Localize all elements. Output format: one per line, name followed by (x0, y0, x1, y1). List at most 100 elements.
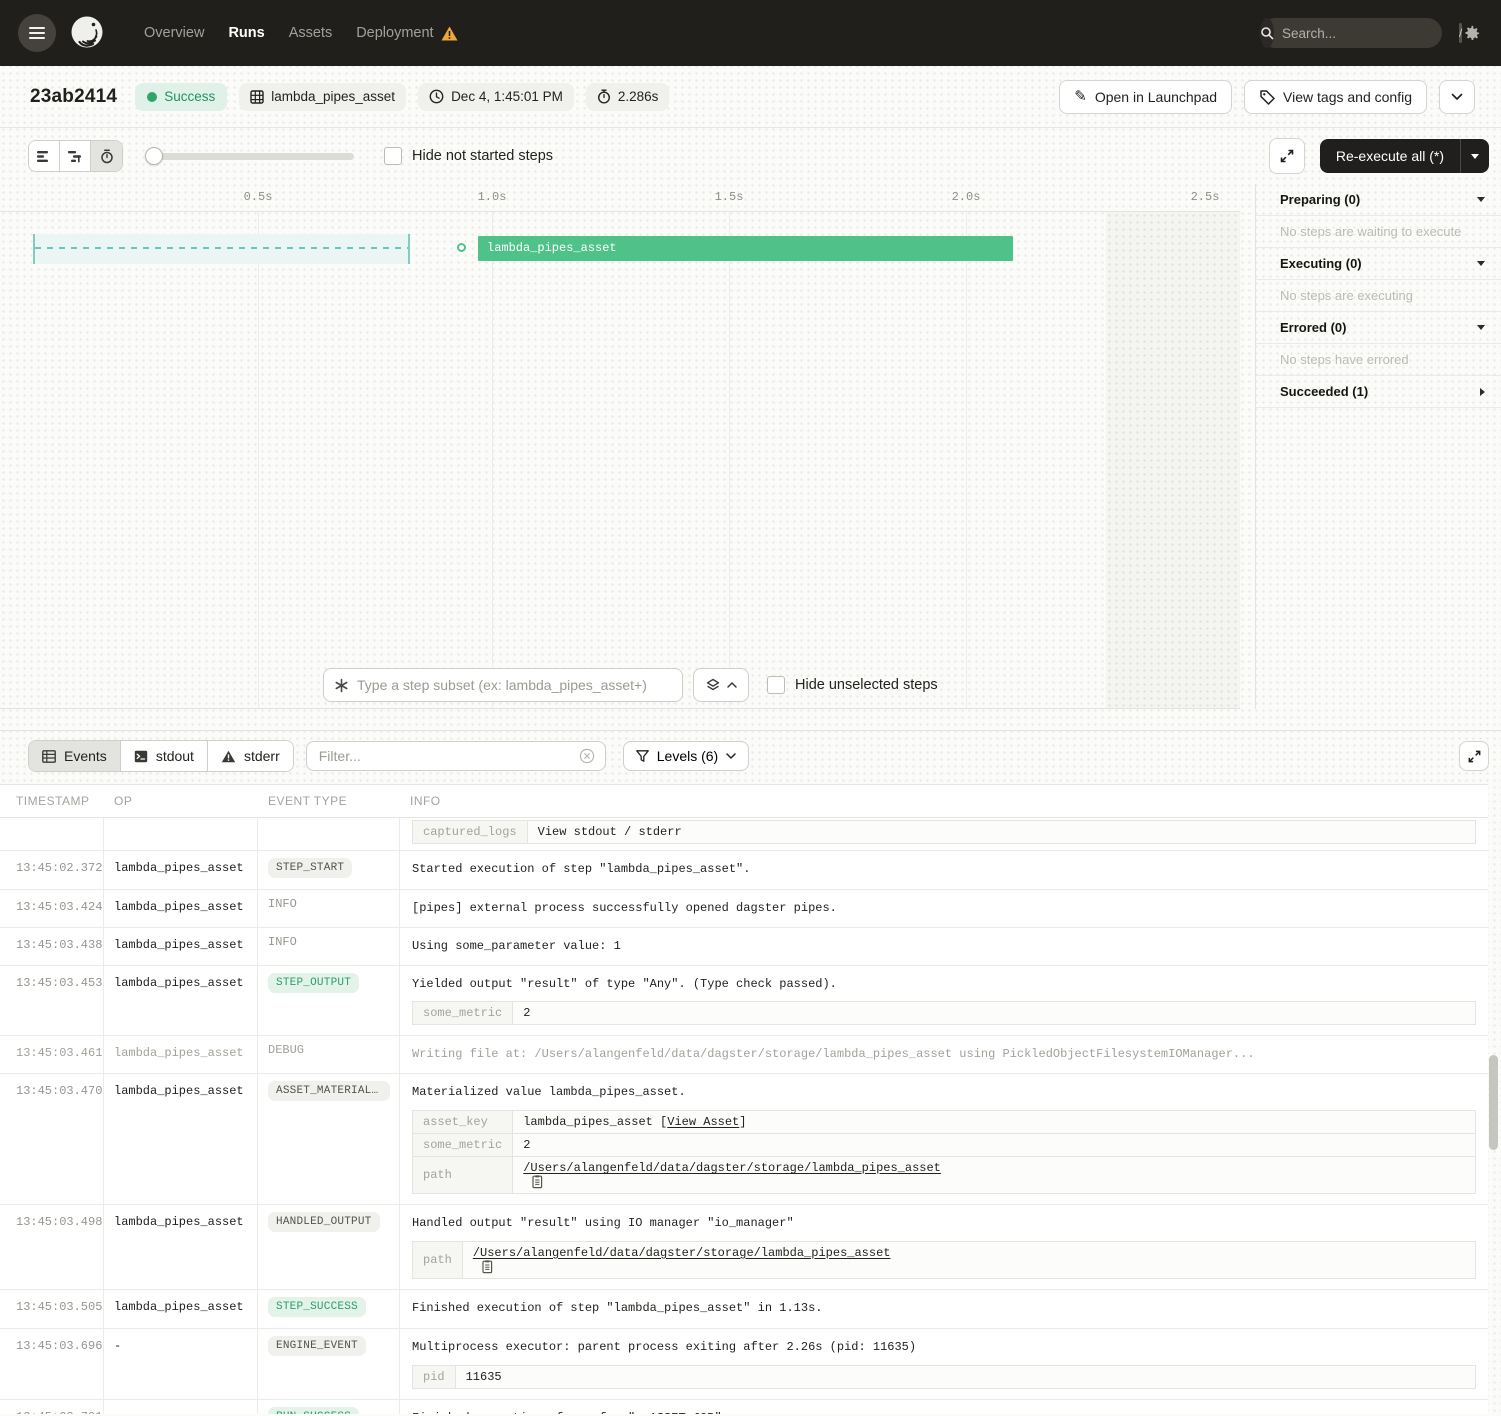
event-type-badge: DEBUG (268, 1043, 304, 1057)
nav-assets[interactable]: Assets (289, 25, 333, 41)
log-row[interactable]: 13:45:03.498lambda_pipes_assetHANDLED_OU… (0, 1205, 1488, 1290)
nav-overview[interactable]: Overview (144, 25, 204, 41)
zoom-slider[interactable] (145, 147, 354, 165)
axis-tick: 2.0s (952, 190, 981, 204)
hide-unselected-checkbox[interactable] (767, 676, 785, 694)
log-event-type: RUN_SUCCESS (258, 1400, 400, 1414)
hide-unselected-checkbox-row[interactable]: Hide unselected steps (767, 676, 938, 694)
tab-stdout[interactable]: stdout (121, 741, 208, 771)
global-search[interactable]: / (1260, 18, 1442, 48)
metadata-value: /Users/alangenfeld/data/dagster/storage/… (462, 1241, 1475, 1278)
events-scrollbar-thumb[interactable] (1489, 1055, 1498, 1150)
gantt-chart: 0.5s 1.0s 1.5s 2.0s 2.5s lambda_pipes_as… (0, 184, 1255, 709)
view-waterfall-icon-button[interactable] (60, 141, 91, 171)
metadata-table: path/Users/alangenfeld/data/dagster/stor… (412, 1241, 1476, 1279)
job-chip[interactable]: lambda_pipes_asset (239, 83, 406, 111)
log-row[interactable]: captured_logsView stdout / stderr (0, 818, 1488, 851)
copy-path-icon[interactable] (531, 1175, 543, 1189)
section-errored[interactable]: Errored (0) (1256, 312, 1501, 344)
copy-path-icon[interactable] (481, 1260, 493, 1274)
search-input[interactable] (1274, 26, 1459, 41)
caret-down-icon (1477, 261, 1485, 266)
log-info: Using some_parameter value: 1 (400, 928, 1488, 965)
tab-events[interactable]: Events (29, 741, 121, 771)
log-filter-input[interactable] (319, 748, 579, 764)
slider-thumb[interactable] (145, 147, 163, 165)
nav-deployment[interactable]: Deployment (356, 25, 433, 41)
log-event-type: HANDLED_OUTPUT (258, 1205, 400, 1289)
log-row[interactable]: 13:45:03.461lambda_pipes_assetDEBUGWriti… (0, 1036, 1488, 1074)
log-event-type: ASSET_MATERIALIZAT… (258, 1074, 400, 1204)
log-info-text: Multiprocess executor: parent process ex… (412, 1339, 1476, 1356)
nav-runs[interactable]: Runs (228, 25, 264, 41)
log-op: lambda_pipes_asset (104, 851, 258, 889)
events-toolbar: Events stdout stderr Levels (6) (0, 739, 1501, 773)
deployment-warning-icon (441, 26, 458, 41)
dagster-logo-icon[interactable] (66, 12, 108, 54)
log-row[interactable]: 13:45:03.438lambda_pipes_assetINFOUsing … (0, 928, 1488, 966)
log-row[interactable]: 13:45:03.470lambda_pipes_assetASSET_MATE… (0, 1074, 1488, 1205)
open-in-launchpad-button[interactable]: ✎ Open in Launchpad (1059, 80, 1232, 114)
log-row[interactable]: 13:45:03.424lambda_pipes_assetINFO[pipes… (0, 890, 1488, 928)
axis-tick: 1.5s (715, 190, 744, 204)
expand-icon (1279, 148, 1295, 164)
levels-filter-button[interactable]: Levels (6) (623, 741, 749, 771)
metadata-row: some_metric2 (413, 1133, 1476, 1156)
datetime-chip: Dec 4, 1:45:01 PM (418, 83, 574, 111)
metadata-path-link[interactable]: /Users/alangenfeld/data/dagster/storage/… (473, 1246, 891, 1260)
view-asset-link[interactable]: View Asset (667, 1115, 739, 1129)
re-execute-dropdown[interactable] (1460, 139, 1489, 173)
re-execute-all-button[interactable]: Re-execute all (*) (1320, 139, 1489, 173)
log-row[interactable]: 13:45:03.505lambda_pipes_assetSTEP_SUCCE… (0, 1290, 1488, 1329)
log-row[interactable]: 13:45:03.453lambda_pipes_assetSTEP_OUTPU… (0, 966, 1488, 1037)
metadata-value: 2 (513, 1002, 1476, 1025)
log-op: - (104, 1329, 258, 1399)
view-tags-config-button[interactable]: View tags and config (1244, 80, 1427, 114)
gantt-fullscreen-button[interactable] (1269, 138, 1305, 174)
metadata-value: /Users/alangenfeld/data/dagster/storage/… (513, 1156, 1476, 1193)
log-op: lambda_pipes_asset (104, 1036, 258, 1073)
event-type-badge: HANDLED_OUTPUT (268, 1212, 380, 1232)
event-type-badge: STEP_START (268, 858, 352, 878)
gantt-step-bar[interactable]: lambda_pipes_asset (478, 236, 1013, 261)
events-panel: Events stdout stderr Levels (6) TIMES (0, 730, 1501, 1414)
log-row[interactable]: 13:45:02.372lambda_pipes_assetSTEP_START… (0, 851, 1488, 890)
slider-track[interactable] (145, 153, 354, 160)
log-info-text: Started execution of step "lambda_pipes_… (412, 861, 1476, 878)
clear-filter-icon[interactable] (579, 748, 595, 764)
view-flat-icon-button[interactable] (29, 141, 60, 171)
tab-stderr[interactable]: stderr (208, 741, 293, 771)
metadata-row: path/Users/alangenfeld/data/dagster/stor… (413, 1156, 1476, 1193)
hamburger-menu-button[interactable] (18, 14, 56, 52)
stopwatch-icon (597, 89, 611, 104)
hide-not-started-checkbox[interactable] (384, 147, 402, 165)
view-timed-icon-button[interactable] (91, 141, 122, 171)
metadata-key: asset_key (413, 1110, 513, 1133)
collapse-layers-button[interactable] (693, 668, 749, 702)
run-actions-dropdown-button[interactable] (1439, 80, 1475, 114)
status-dot-icon (147, 92, 157, 102)
log-op: lambda_pipes_asset (104, 928, 258, 965)
metadata-row: some_metric2 (413, 1002, 1476, 1025)
log-row[interactable]: 13:45:03.696-ENGINE_EVENTMultiprocess ex… (0, 1329, 1488, 1400)
warning-icon (221, 750, 236, 763)
log-row[interactable]: 13:45:03.701-RUN_SUCCESSFinished executi… (0, 1400, 1488, 1414)
section-preparing[interactable]: Preparing (0) (1256, 184, 1501, 216)
metadata-key: pid (413, 1365, 456, 1388)
section-succeeded[interactable]: Succeeded (1) (1256, 376, 1501, 408)
log-info: captured_logsView stdout / stderr (400, 818, 1488, 850)
layers-icon (706, 678, 720, 692)
caret-right-icon (1480, 388, 1485, 396)
section-executing[interactable]: Executing (0) (1256, 248, 1501, 280)
section-executing-empty: No steps are executing (1256, 280, 1501, 312)
log-op: - (104, 1400, 258, 1414)
step-subset-input[interactable] (357, 677, 672, 693)
step-waiting-region (33, 234, 410, 264)
log-timestamp: 13:45:03.498 (0, 1205, 104, 1289)
events-fullscreen-button[interactable] (1459, 741, 1489, 771)
log-info: Materialized value lambda_pipes_asset.as… (400, 1074, 1488, 1204)
hide-not-started-checkbox-row[interactable]: Hide not started steps (384, 147, 553, 165)
job-grid-icon (250, 90, 264, 104)
metadata-path-link[interactable]: /Users/alangenfeld/data/dagster/storage/… (523, 1161, 941, 1175)
settings-gear-icon[interactable] (1462, 24, 1481, 43)
